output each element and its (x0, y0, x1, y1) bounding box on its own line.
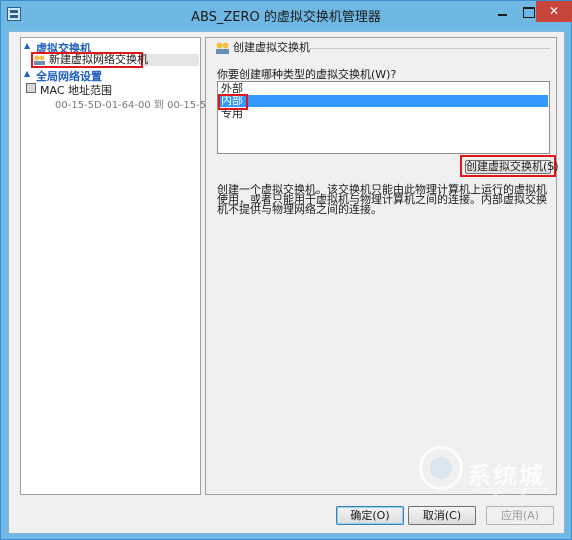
switch-type-question: 你要创建哪种类型的虚拟交换机(W)? (217, 68, 397, 81)
switch-type-option-external[interactable]: 外部 (219, 83, 548, 95)
create-switch-header: 创建虚拟交换机 (214, 41, 310, 57)
tree-selection-highlight (144, 54, 199, 66)
network-switch-icon (216, 42, 229, 54)
minimize-button[interactable] (489, 1, 515, 22)
apply-button[interactable]: 应用(A) (486, 506, 554, 525)
network-switch-icon (34, 55, 45, 65)
switch-type-description: 创建一个虚拟交换机。该交换机只能由此物理计算机上运行的虚拟机使用，或者只能用于虚… (217, 183, 547, 216)
switch-type-option-internal[interactable]: 内部 (219, 95, 548, 107)
create-button-highlight-box: 创建虚拟交换机(S) (460, 155, 559, 177)
switch-manager-window: ABS_ZERO 的虚拟交换机管理器 ✕ ▲ 虚拟交换机 新建虚拟网络交换机 ▲ (0, 0, 572, 540)
title-bar[interactable]: ABS_ZERO 的虚拟交换机管理器 ✕ (1, 1, 572, 28)
cancel-button[interactable]: 取消(C) (408, 506, 476, 525)
collapse-chevron-icon: ▲ (24, 41, 31, 50)
ok-button[interactable]: 确定(O) (336, 506, 404, 525)
tree-item-new-virtual-switch-label: 新建虚拟网络交换机 (49, 53, 148, 66)
window-title: ABS_ZERO 的虚拟交换机管理器 (191, 10, 381, 25)
navigation-tree: ▲ 虚拟交换机 新建虚拟网络交换机 ▲ 全局网络设置 MAC 地址范围 00-1… (20, 37, 233, 495)
create-virtual-switch-button[interactable]: 创建虚拟交换机(S) (465, 160, 559, 174)
network-adapter-icon (26, 83, 36, 93)
switch-type-option-private[interactable]: 专用 (219, 108, 548, 120)
selection-highlight-box (218, 94, 248, 110)
header-divider (310, 48, 550, 49)
details-pane: 创建虚拟交换机 你要创建哪种类型的虚拟交换机(W)? 外部 内部 专用 创建虚拟… (205, 37, 559, 495)
tree-item-new-virtual-switch[interactable]: 新建虚拟网络交换机 (31, 52, 148, 68)
create-switch-header-label: 创建虚拟交换机 (233, 41, 310, 54)
tree-item-mac-address-range[interactable]: MAC 地址范围 (24, 82, 112, 97)
collapse-chevron-icon: ▲ (24, 69, 31, 78)
client-area: ▲ 虚拟交换机 新建虚拟网络交换机 ▲ 全局网络设置 MAC 地址范围 00-1… (8, 31, 565, 534)
close-button[interactable]: ✕ (536, 1, 572, 22)
switch-type-listbox[interactable]: 外部 内部 专用 (217, 81, 550, 154)
